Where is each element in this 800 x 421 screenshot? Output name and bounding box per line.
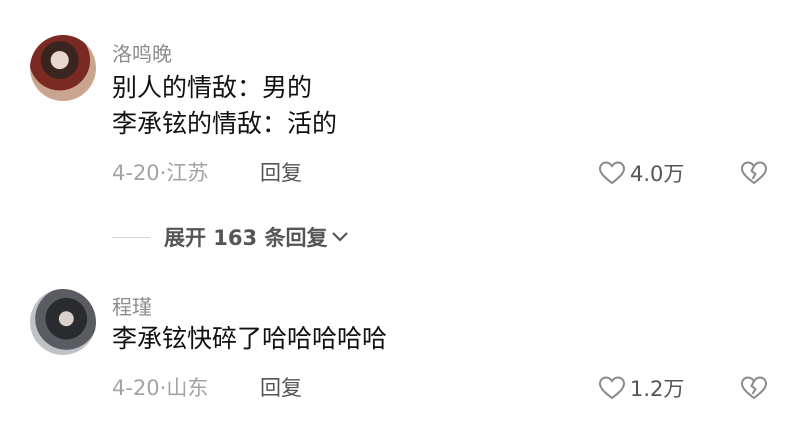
comment-item: 洛鸣晚 别人的情敌：男的 李承铉的情敌：活的 4-20·江苏 回复 4.0万	[0, 0, 800, 215]
comment-date-location: 4-20·江苏	[112, 161, 209, 185]
reply-button[interactable]: 回复	[260, 157, 302, 187]
comment-text-line: 李承铉快碎了哈哈哈哈哈	[112, 324, 388, 353]
reply-button[interactable]: 回复	[260, 372, 302, 402]
broken-heart-icon	[740, 376, 768, 400]
heart-outline-icon	[598, 161, 626, 185]
like-count: 1.2万	[630, 377, 685, 401]
expand-replies-label: 展开 163 条回复	[164, 226, 328, 250]
comment-username[interactable]: 洛鸣晚	[112, 38, 172, 67]
divider	[112, 236, 150, 238]
avatar[interactable]	[30, 289, 96, 355]
comment-text: 李承铉快碎了哈哈哈哈哈	[112, 321, 387, 357]
comment-text: 别人的情敌：男的 李承铉的情敌：活的	[112, 70, 337, 142]
expand-replies-button[interactable]: 展开 163 条回复	[112, 222, 349, 252]
like-button[interactable]: 1.2万	[598, 373, 684, 403]
chevron-down-icon	[332, 232, 349, 242]
comment-text-line: 李承铉的情敌：活的	[112, 109, 338, 138]
dislike-button[interactable]	[740, 160, 768, 190]
broken-heart-icon	[740, 161, 768, 185]
heart-outline-icon	[598, 376, 626, 400]
dislike-button[interactable]	[740, 375, 768, 405]
comment-text-line: 别人的情敌：男的	[112, 73, 313, 102]
like-count: 4.0万	[630, 162, 685, 186]
like-button[interactable]: 4.0万	[598, 158, 684, 188]
comment-username[interactable]: 程瑾	[112, 291, 152, 320]
comment-item: 程瑾 李承铉快碎了哈哈哈哈哈 4-20·山东 回复 1.2万	[0, 278, 800, 421]
avatar[interactable]	[30, 35, 96, 101]
comment-date-location: 4-20·山东	[112, 376, 209, 400]
